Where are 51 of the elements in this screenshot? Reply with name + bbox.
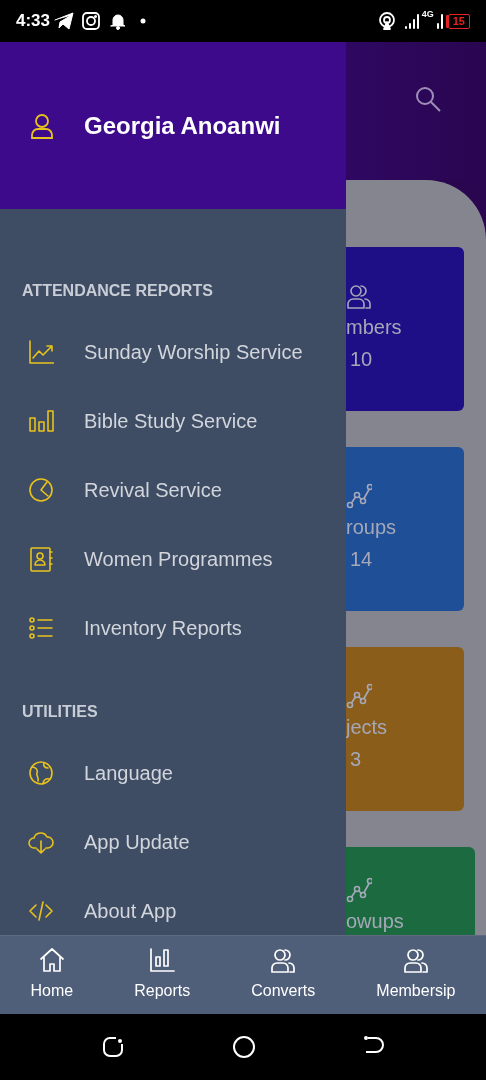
section-heading: ATTENDANCE REPORTS (21, 281, 214, 301)
notification-dot-icon (140, 18, 147, 24)
list-icon (28, 615, 54, 641)
nav-tab[interactable]: Membersip (370, 946, 462, 1004)
dashboard-card[interactable]: mbers 10 (346, 247, 464, 411)
signal-icon (435, 13, 444, 29)
bar-chart-icon (28, 408, 54, 434)
hotspot-icon (377, 12, 396, 30)
card-label: roups (346, 515, 398, 539)
battery-level: 15 (447, 13, 470, 29)
instagram-icon (82, 12, 101, 30)
search-icon[interactable] (414, 85, 442, 113)
drawer-item[interactable]: Revival Service (28, 474, 324, 506)
drawer-item[interactable]: Women Programmes (28, 543, 324, 575)
user-name: Georgia Anoanwi (84, 110, 281, 141)
people-icon (346, 283, 372, 309)
nav-tab[interactable]: Home (24, 946, 80, 1004)
cloud-download-icon (28, 829, 54, 855)
bell-icon (110, 12, 127, 30)
people-icon (270, 947, 297, 973)
drawer-item[interactable]: App Update (28, 826, 324, 858)
signal-icon (403, 13, 420, 29)
user-icon (30, 112, 54, 139)
drawer-item[interactable]: Inventory Reports (28, 612, 324, 644)
telegram-icon (54, 12, 75, 30)
home-icon (38, 947, 65, 973)
recent-apps-icon[interactable] (102, 1036, 124, 1058)
drawer-item[interactable]: Sunday Worship Service (28, 336, 324, 368)
trend-chart-icon (28, 339, 54, 365)
drawer-item[interactable]: Bible Study Service (28, 405, 324, 437)
globe-icon (28, 760, 54, 786)
bar-chart-icon (149, 947, 176, 973)
home-button-icon[interactable] (232, 1035, 256, 1059)
section-heading: UTILITIES (21, 702, 99, 722)
nav-tab[interactable]: Converts (245, 946, 322, 1004)
code-icon (28, 898, 54, 924)
people-icon (402, 947, 429, 973)
card-label: jects (346, 715, 389, 739)
drawer-item[interactable]: About App (28, 895, 324, 927)
nav-tab[interactable]: Reports (128, 946, 197, 1004)
dashboard-card[interactable]: roups 14 (346, 447, 464, 611)
drawer-item[interactable]: Language (28, 757, 324, 789)
contact-book-icon (28, 546, 54, 572)
card-label: owups (346, 909, 405, 933)
pie-chart-icon (28, 477, 54, 503)
card-count: 14 (349, 547, 374, 571)
card-label: mbers (346, 315, 403, 339)
network-type: 4G (421, 10, 434, 19)
card-count: 10 (349, 347, 374, 371)
card-count: 3 (349, 747, 363, 771)
clock: 4:33 (16, 10, 51, 33)
